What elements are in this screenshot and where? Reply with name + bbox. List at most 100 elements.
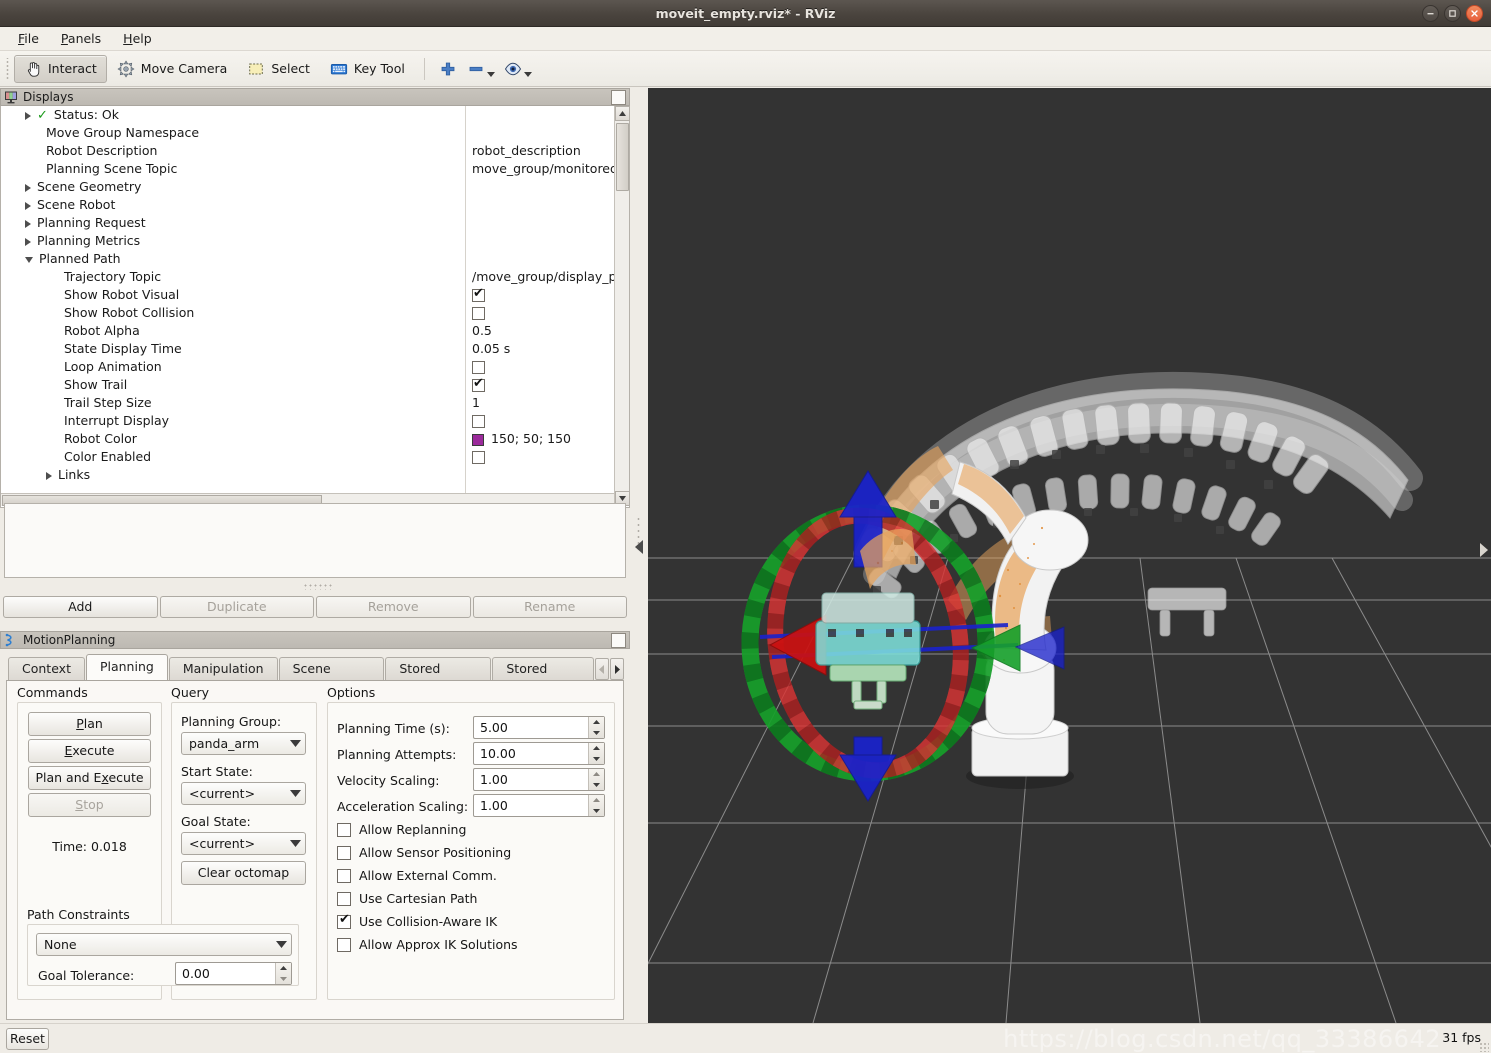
tab-scroll-right-button[interactable] xyxy=(610,658,624,680)
stepper-up-icon[interactable] xyxy=(589,795,604,806)
remove-display-button[interactable]: Remove xyxy=(316,596,471,618)
stepper-up-icon[interactable] xyxy=(589,743,604,754)
rename-display-button[interactable]: Rename xyxy=(472,596,627,618)
goal-tolerance-spinner[interactable]: 0.00 xyxy=(175,962,292,985)
allow-replanning-checkbox[interactable] xyxy=(337,822,351,837)
planning-attempts-stepper[interactable] xyxy=(588,743,604,764)
display-value-cell[interactable]: 1 xyxy=(466,394,614,412)
maximize-button[interactable] xyxy=(1444,5,1461,22)
view-tool-caret-icon[interactable] xyxy=(523,72,532,77)
menu-panels[interactable]: Panels xyxy=(51,28,111,49)
collapse-arrow-icon[interactable] xyxy=(25,256,33,263)
duplicate-display-button[interactable]: Duplicate xyxy=(159,596,314,618)
display-row-planning-metrics[interactable]: Planning Metrics xyxy=(1,232,465,250)
add-tool-button[interactable] xyxy=(434,57,462,81)
display-value-cell[interactable]: 0.5 xyxy=(466,322,614,340)
display-value-cell[interactable]: 150; 50; 150 xyxy=(466,430,614,448)
goal-state-select[interactable]: <current> xyxy=(181,832,306,855)
expand-arrow-icon[interactable] xyxy=(25,111,31,120)
tab-stored-scenes[interactable]: Stored Scenes xyxy=(385,657,492,697)
display-row-robot-description[interactable]: Robot Description xyxy=(1,142,465,160)
tab-context[interactable]: Context xyxy=(8,657,85,680)
display-value-cell[interactable] xyxy=(466,412,614,430)
display-value-checkbox[interactable] xyxy=(472,451,485,464)
collapse-right-panel-icon[interactable] xyxy=(1480,543,1488,557)
stepper-up-icon[interactable] xyxy=(276,963,291,974)
remove-tool-button[interactable] xyxy=(462,57,499,81)
tab-manipulation[interactable]: Manipulation xyxy=(168,657,278,680)
tab-stored-states[interactable]: Stored States xyxy=(492,657,594,697)
planning-time-spinner[interactable]: 5.00 xyxy=(473,716,605,739)
tool-interact[interactable]: Interact xyxy=(14,54,107,83)
acceleration-scaling-stepper[interactable] xyxy=(588,795,604,816)
menu-help[interactable]: Help xyxy=(113,28,162,49)
display-row-links[interactable]: Links xyxy=(1,466,465,484)
allow-approx-ik-checkbox[interactable] xyxy=(337,937,351,952)
window-resize-grip[interactable] xyxy=(1479,1042,1489,1052)
path-constraint-select[interactable]: None xyxy=(36,933,292,956)
start-state-select[interactable]: <current> xyxy=(181,782,306,805)
display-row-planning-request[interactable]: Planning Request xyxy=(1,214,465,232)
clear-octomap-button[interactable]: Clear octomap xyxy=(181,861,306,885)
view-tool-button[interactable] xyxy=(499,57,536,81)
display-row-state-display-time[interactable]: State Display Time xyxy=(1,340,465,358)
scroll-up-icon[interactable] xyxy=(615,106,630,121)
allow-sensor-positioning-checkbox[interactable] xyxy=(337,845,351,860)
display-row-move-group-namespace[interactable]: Move Group Namespace xyxy=(1,124,465,142)
velocity-scaling-stepper[interactable] xyxy=(588,769,604,790)
display-value-cell[interactable] xyxy=(466,358,614,376)
display-row-planned-path[interactable]: Planned Path xyxy=(1,250,465,268)
display-value-cell[interactable] xyxy=(466,304,614,322)
stepper-up-icon[interactable] xyxy=(589,769,604,780)
allow-external-comm-row[interactable]: Allow External Comm. xyxy=(337,868,497,883)
menu-file[interactable]: FFileile xyxy=(8,28,49,49)
display-value-checkbox[interactable] xyxy=(472,361,485,374)
velocity-scaling-spinner[interactable]: 1.00 xyxy=(473,768,605,791)
acceleration-scaling-spinner[interactable]: 1.00 xyxy=(473,794,605,817)
use-cartesian-path-row[interactable]: Use Cartesian Path xyxy=(337,891,477,906)
plan-button[interactable]: Plan xyxy=(28,712,151,736)
use-collision-aware-ik-row[interactable]: Use Collision-Aware IK xyxy=(337,912,497,929)
allow-replanning-row[interactable]: Allow Replanning xyxy=(337,822,466,837)
planning-group-select[interactable]: panda_arm xyxy=(181,732,306,755)
stop-button[interactable]: Stop xyxy=(28,793,151,817)
display-row-show-robot-visual[interactable]: Show Robot Visual xyxy=(1,286,465,304)
expand-arrow-icon[interactable] xyxy=(25,183,31,192)
tab-scene-objects[interactable]: Scene Objects xyxy=(278,657,385,697)
stepper-down-icon[interactable] xyxy=(589,728,604,739)
add-display-button[interactable]: Add xyxy=(3,596,158,618)
3d-viewport[interactable] xyxy=(648,88,1491,1023)
use-cartesian-path-checkbox[interactable] xyxy=(337,891,351,906)
display-row-loop-animation[interactable]: Loop Animation xyxy=(1,358,465,376)
display-value-checkbox[interactable] xyxy=(472,286,485,302)
displays-vscrollbar[interactable] xyxy=(614,106,630,506)
tab-planning[interactable]: Planning xyxy=(85,654,168,680)
tool-select[interactable]: Select xyxy=(237,55,320,83)
use-collision-aware-ik-checkbox[interactable] xyxy=(337,912,351,929)
expand-arrow-icon[interactable] xyxy=(25,219,31,228)
display-row-planning-scene-topic[interactable]: Planning Scene Topic xyxy=(1,160,465,178)
display-row-robot-color[interactable]: Robot Color xyxy=(1,430,465,448)
display-value-cell[interactable]: /move_group/display_pl. xyxy=(466,268,615,286)
display-row-trail-step-size[interactable]: Trail Step Size xyxy=(1,394,465,412)
display-value-cell[interactable] xyxy=(466,448,614,466)
display-row-color-enabled[interactable]: Color Enabled xyxy=(1,448,465,466)
toolbar-grip[interactable] xyxy=(4,57,11,80)
display-value-cell[interactable]: 0.05 s xyxy=(466,340,614,358)
collapse-left-dock-icon[interactable] xyxy=(635,540,643,554)
allow-sensor-positioning-row[interactable]: Allow Sensor Positioning xyxy=(337,845,511,860)
display-row-show-trail[interactable]: Show Trail xyxy=(1,376,465,394)
display-value-checkbox[interactable] xyxy=(472,376,485,392)
allow-external-comm-checkbox[interactable] xyxy=(337,868,351,883)
display-value-checkbox[interactable] xyxy=(472,307,485,320)
planning-time-stepper[interactable] xyxy=(588,717,604,738)
allow-approx-ik-row[interactable]: Allow Approx IK Solutions xyxy=(337,937,518,952)
execute-button[interactable]: Execute xyxy=(28,739,151,763)
display-value-cell[interactable] xyxy=(466,286,614,304)
stepper-down-icon[interactable] xyxy=(589,780,604,791)
display-value-cell[interactable]: robot_description xyxy=(466,142,614,160)
motion-planning-toggle[interactable] xyxy=(611,632,626,648)
display-row-scene-geometry[interactable]: Scene Geometry xyxy=(1,178,465,196)
display-row-status-ok[interactable]: ✓ Status: Ok xyxy=(1,106,465,124)
tool-move-camera[interactable]: Move Camera xyxy=(107,55,238,83)
